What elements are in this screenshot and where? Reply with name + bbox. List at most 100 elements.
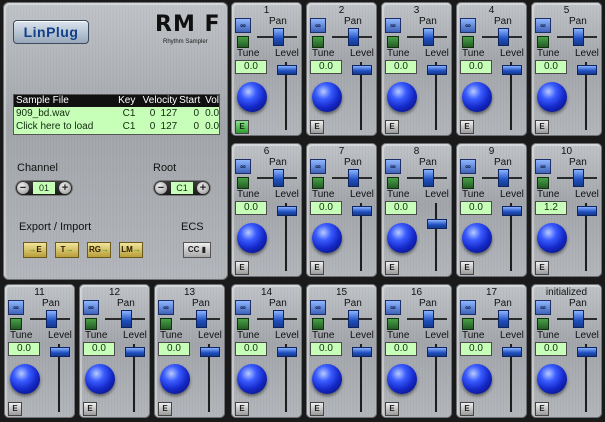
tune-value-field[interactable]: 0.0	[460, 342, 492, 356]
channel-led[interactable]	[312, 318, 324, 330]
tune-knob[interactable]	[10, 364, 40, 394]
tune-value-field[interactable]: 0.0	[158, 342, 190, 356]
pan-slider-thumb[interactable]	[573, 310, 584, 328]
tune-knob[interactable]	[85, 364, 115, 394]
channel-stepper[interactable]: − 01 +	[15, 180, 73, 196]
tune-knob[interactable]	[312, 364, 342, 394]
loop-icon[interactable]: ∞	[535, 159, 551, 174]
level-slider-thumb[interactable]	[577, 206, 597, 216]
level-slider-thumb[interactable]	[125, 347, 145, 357]
loop-icon[interactable]: ∞	[385, 18, 401, 33]
edit-e-button[interactable]: E	[8, 402, 22, 416]
level-slider-thumb[interactable]	[502, 347, 522, 357]
edit-e-button[interactable]: E	[83, 402, 97, 416]
tune-knob[interactable]	[537, 82, 567, 112]
pan-slider-thumb[interactable]	[573, 169, 584, 187]
loop-icon[interactable]: ∞	[235, 18, 251, 33]
channel-led[interactable]	[387, 318, 399, 330]
edit-e-button[interactable]: E	[385, 120, 399, 134]
tune-value-field[interactable]: 0.0	[385, 60, 417, 74]
loop-icon[interactable]: ∞	[460, 18, 476, 33]
tune-knob[interactable]	[237, 364, 267, 394]
loop-icon[interactable]: ∞	[460, 300, 476, 315]
tune-value-field[interactable]: 0.0	[235, 342, 267, 356]
tune-value-field[interactable]: 0.0	[310, 60, 342, 74]
loop-icon[interactable]: ∞	[8, 300, 24, 315]
tune-knob[interactable]	[462, 364, 492, 394]
loop-icon[interactable]: ∞	[535, 300, 551, 315]
pan-slider-thumb[interactable]	[423, 28, 434, 46]
edit-e-button[interactable]: E	[535, 261, 549, 275]
channel-led[interactable]	[537, 318, 549, 330]
channel-led[interactable]	[462, 36, 474, 48]
pan-slider-thumb[interactable]	[498, 28, 509, 46]
channel-led[interactable]	[387, 36, 399, 48]
pan-slider-thumb[interactable]	[121, 310, 132, 328]
level-slider-thumb[interactable]	[427, 65, 447, 75]
pan-slider-thumb[interactable]	[46, 310, 57, 328]
level-slider-thumb[interactable]	[502, 206, 522, 216]
loop-icon[interactable]: ∞	[310, 18, 326, 33]
channel-led[interactable]	[10, 318, 22, 330]
edit-e-button[interactable]: E	[310, 120, 324, 134]
tune-value-field[interactable]: 0.0	[83, 342, 115, 356]
tune-knob[interactable]	[462, 82, 492, 112]
pan-slider-thumb[interactable]	[273, 28, 284, 46]
channel-led[interactable]	[237, 36, 249, 48]
root-increment-button[interactable]: +	[197, 182, 209, 194]
level-slider-thumb[interactable]	[352, 206, 372, 216]
pan-slider-thumb[interactable]	[573, 28, 584, 46]
level-slider-thumb[interactable]	[427, 347, 447, 357]
pan-slider-thumb[interactable]	[196, 310, 207, 328]
tune-knob[interactable]	[312, 82, 342, 112]
loop-icon[interactable]: ∞	[385, 159, 401, 174]
loop-icon[interactable]: ∞	[235, 300, 251, 315]
tune-value-field[interactable]: 0.0	[235, 60, 267, 74]
sample-row-1[interactable]: 909_bd.wav C1 0 127 0 0.0	[14, 107, 219, 120]
tune-value-field[interactable]: 0.0	[460, 201, 492, 215]
tune-value-field[interactable]: 0.0	[385, 201, 417, 215]
level-slider-thumb[interactable]	[427, 219, 447, 229]
tune-knob[interactable]	[237, 223, 267, 253]
channel-led[interactable]	[462, 177, 474, 189]
pan-slider-thumb[interactable]	[348, 310, 359, 328]
loop-icon[interactable]: ∞	[158, 300, 174, 315]
loop-icon[interactable]: ∞	[310, 300, 326, 315]
edit-e-button[interactable]: E	[385, 402, 399, 416]
pan-slider-thumb[interactable]	[423, 310, 434, 328]
root-stepper[interactable]: − C1 +	[153, 180, 211, 196]
loop-icon[interactable]: ∞	[83, 300, 99, 315]
loop-icon[interactable]: ∞	[535, 18, 551, 33]
pan-slider-thumb[interactable]	[498, 310, 509, 328]
channel-led[interactable]	[312, 36, 324, 48]
channel-increment-button[interactable]: +	[59, 182, 71, 194]
tune-knob[interactable]	[537, 223, 567, 253]
channel-led[interactable]	[237, 318, 249, 330]
level-slider-track[interactable]	[435, 203, 437, 271]
channel-decrement-button[interactable]: −	[17, 182, 29, 194]
level-slider-thumb[interactable]	[277, 347, 297, 357]
pan-slider-thumb[interactable]	[498, 169, 509, 187]
tune-value-field[interactable]: 0.0	[535, 60, 567, 74]
tune-knob[interactable]	[387, 223, 417, 253]
loop-icon[interactable]: ∞	[385, 300, 401, 315]
edit-e-button[interactable]: E	[235, 261, 249, 275]
level-slider-thumb[interactable]	[277, 65, 297, 75]
level-slider-thumb[interactable]	[200, 347, 220, 357]
tune-knob[interactable]	[160, 364, 190, 394]
tune-value-field[interactable]: 0.0	[235, 201, 267, 215]
loop-icon[interactable]: ∞	[460, 159, 476, 174]
edit-e-button[interactable]: E	[460, 402, 474, 416]
tune-knob[interactable]	[387, 364, 417, 394]
edit-e-button[interactable]: E	[460, 261, 474, 275]
loop-icon[interactable]: ∞	[310, 159, 326, 174]
tune-value-field[interactable]: 1.2	[535, 201, 567, 215]
sample-row-2[interactable]: Click here to load C1 0 127 0 0.0	[14, 120, 219, 133]
level-slider-thumb[interactable]	[577, 347, 597, 357]
loop-icon[interactable]: ∞	[235, 159, 251, 174]
ecs-cc-button[interactable]: CC ▮	[183, 242, 211, 258]
pan-slider-thumb[interactable]	[348, 169, 359, 187]
channel-led[interactable]	[312, 177, 324, 189]
level-slider-thumb[interactable]	[277, 206, 297, 216]
edit-e-button[interactable]: E	[535, 120, 549, 134]
